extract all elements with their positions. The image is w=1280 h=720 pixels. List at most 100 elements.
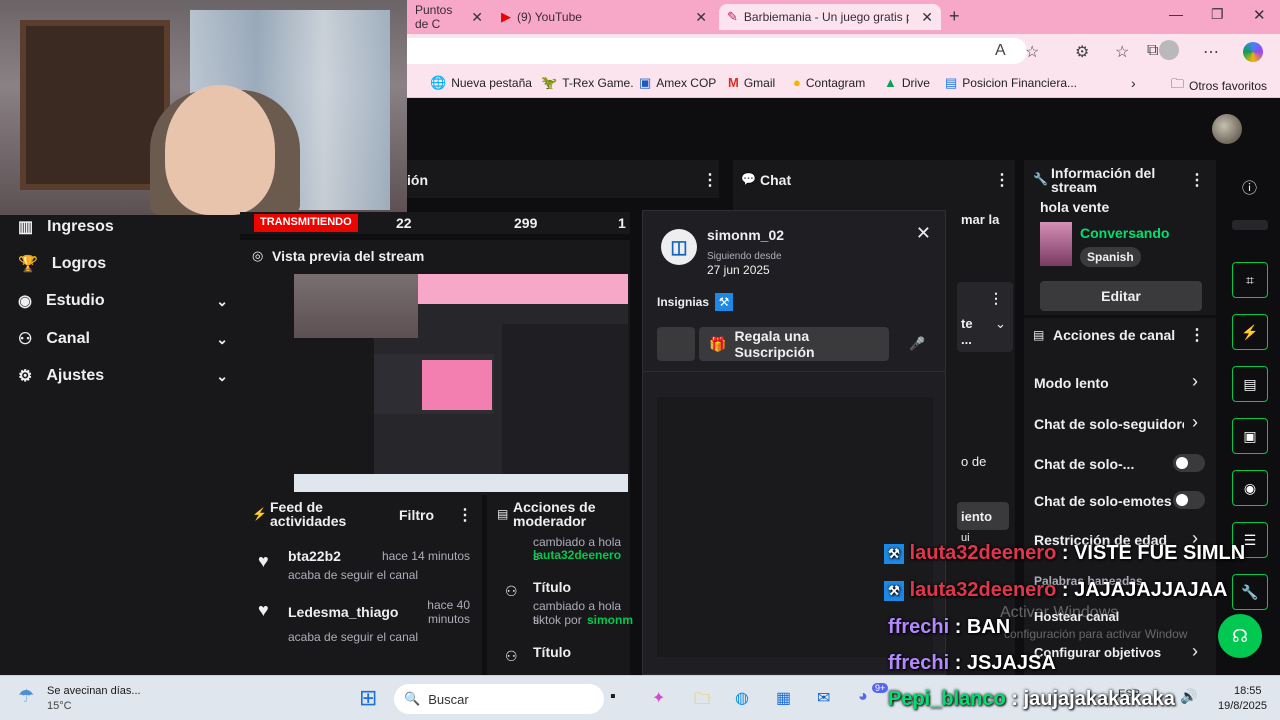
user-card-username[interactable]: simonm_02 (707, 227, 784, 243)
folder-icon[interactable]: 🗀 (694, 688, 710, 715)
bookmark-trex[interactable]: 🦖 T-Rex Game. (541, 75, 634, 91)
preview-pink-area (422, 360, 492, 410)
bookmark-posicion[interactable]: ▤ Posicion Financiera... (945, 75, 1077, 91)
chevron-right-icon[interactable]: › (1192, 412, 1198, 433)
outlook-icon[interactable]: ✉ (817, 688, 830, 708)
bookmark-contagram[interactable]: ● Contagram (793, 75, 865, 90)
discord-icon[interactable]: ◕ (858, 688, 868, 706)
gift-label: Regala una Suscripción (734, 328, 815, 360)
mute-icon[interactable]: 🎤 (909, 336, 925, 352)
favorites-icon[interactable]: ☆ (1115, 42, 1129, 62)
weather-icon[interactable]: ☂ (18, 686, 34, 707)
windows-start-icon[interactable]: ⊞ (359, 685, 377, 711)
store-icon[interactable]: ▦ (776, 688, 791, 708)
stream-preview-video[interactable] (294, 274, 628, 492)
task-view-icon[interactable]: ▪ (610, 688, 616, 706)
chevron-right-icon[interactable]: › (1131, 75, 1136, 91)
more-icon[interactable]: ⋮ (1189, 170, 1205, 190)
speaker-icon[interactable]: 🔊 (1180, 688, 1197, 705)
edge-icon[interactable]: ◍ (735, 688, 749, 708)
tab-youtube[interactable]: ▶ (9) YouTube ✕ (493, 4, 715, 30)
emotes-only-row[interactable]: Chat de solo-emotes (1034, 493, 1174, 509)
doc-icon: ▤ (1033, 328, 1045, 342)
feed-user[interactable]: bta22b2 (288, 548, 341, 564)
more-icon[interactable]: ⋮ (989, 290, 1003, 307)
language-tag[interactable]: Spanish (1080, 247, 1141, 267)
chevron-down-icon: ⌄ (216, 330, 228, 347)
sidebar-item-ingresos[interactable]: ▥ Ingresos (18, 217, 228, 237)
more-menu-icon[interactable]: ⋯ (1203, 42, 1219, 62)
mod-action-user[interactable]: simonm (587, 613, 633, 627)
user-avatar[interactable] (1212, 114, 1242, 144)
mod-action-text: tiktok por (533, 613, 582, 627)
tab-barbiemania[interactable]: ✎ Barbiemania - Un juego gratis pa ✕ (719, 4, 941, 30)
broadcast-icon[interactable]: ◉ (1232, 470, 1268, 506)
sidebar-item-logros[interactable]: 🏆 Logros (18, 254, 228, 274)
badge-icon[interactable]: ⚒ (715, 293, 733, 311)
headset-icon[interactable]: ☊ (1218, 614, 1262, 658)
sidebar-item-canal[interactable]: ⚇ Canal ⌄ (18, 329, 228, 349)
clock-time[interactable]: 18:55 (1234, 685, 1262, 697)
taskbar-search[interactable]: 🔍 Buscar (394, 684, 604, 714)
folder-icon: 🗀 (1171, 76, 1185, 91)
subs-only-toggle[interactable] (1173, 454, 1205, 472)
users-icon: ⚇ (505, 648, 518, 664)
more-icon[interactable]: ⋮ (994, 170, 1010, 190)
maximize-button[interactable]: ❐ (1211, 6, 1224, 23)
weather-text[interactable]: Se avecinan días... (47, 685, 141, 697)
more-icon[interactable]: ⋮ (1189, 325, 1205, 345)
url-input[interactable] (407, 38, 1027, 64)
star-icon[interactable]: ☆ (1025, 42, 1039, 62)
mod-action-user[interactable]: lauta32deenero (533, 548, 621, 562)
bookmark-label: Gmail (743, 75, 776, 90)
collections-icon[interactable]: ⧉ (1147, 42, 1158, 60)
filter-button[interactable]: Filtro (399, 507, 434, 523)
edit-button[interactable]: Editar (1040, 281, 1202, 311)
read-aloud-icon[interactable]: A (995, 42, 1006, 60)
copilot-icon[interactable] (1243, 42, 1263, 62)
subs-only-row[interactable]: Chat de solo-... (1034, 456, 1174, 472)
info-icon[interactable]: ⓘ (1242, 177, 1257, 198)
more-icon[interactable]: ⋮ (457, 505, 473, 525)
slow-mode-row[interactable]: Modo lento (1034, 375, 1212, 391)
extensions-icon[interactable]: ⚙ (1075, 42, 1089, 62)
category-thumbnail[interactable] (1040, 222, 1072, 266)
bookmark-amex[interactable]: ▣ Amex COP (639, 75, 716, 91)
stream-category[interactable]: Conversando (1080, 225, 1169, 241)
copilot-icon[interactable]: ✦ (652, 688, 665, 708)
close-icon[interactable]: ✕ (695, 9, 707, 26)
clip-icon[interactable]: ⌗ (1232, 262, 1268, 298)
more-icon[interactable]: ⋮ (702, 170, 718, 190)
chevron-right-icon[interactable]: › (1192, 641, 1198, 662)
goals-row[interactable]: Configurar objetivos (1034, 645, 1184, 660)
mod-tool-button[interactable] (657, 327, 695, 361)
note-icon[interactable]: ▤ (1232, 366, 1268, 402)
emotes-only-toggle[interactable] (1173, 491, 1205, 509)
tab-puntos[interactable]: Puntos de C ✕ (407, 3, 491, 31)
profile-avatar[interactable] (1159, 40, 1179, 60)
feed-user[interactable]: Ledesma_thiago (288, 604, 398, 620)
gift-subscription-button[interactable]: 🎁 Regala una Suscripción (699, 327, 889, 361)
bookmark-nueva-pestana[interactable]: 🌐 Nueva pestaña (430, 75, 532, 91)
close-icon[interactable]: ✕ (921, 9, 933, 26)
close-icon[interactable]: ✕ (916, 223, 931, 244)
chevron-down-icon[interactable]: ⌄ (995, 316, 1006, 332)
bolt-icon[interactable]: ⚡ (1232, 314, 1268, 350)
chevron-right-icon[interactable]: › (1192, 371, 1198, 392)
new-tab-button[interactable]: + (949, 6, 960, 27)
bookmark-drive[interactable]: ▲ Drive (884, 75, 930, 90)
sidebar-item-ajustes[interactable]: ⚙ Ajustes ⌄ (18, 366, 228, 386)
bookmark-other-favorites[interactable]: 🗀 Otros favoritos (1171, 75, 1267, 97)
bookmark-gmail[interactable]: M Gmail (728, 75, 775, 90)
close-window-button[interactable]: ✕ (1253, 6, 1266, 24)
clock-date[interactable]: 19/8/2025 (1218, 700, 1267, 712)
user-card-avatar[interactable]: ◫ (661, 229, 697, 265)
chat-button[interactable]: iento (957, 502, 1009, 530)
sidebar-item-estudio[interactable]: ◉ Estudio ⌄ (18, 291, 228, 311)
minimize-button[interactable]: — (1169, 6, 1183, 22)
preview-icon: ◎ (252, 248, 264, 263)
chat-icon[interactable]: ▣ (1232, 418, 1268, 454)
followers-only-row[interactable]: Chat de solo-seguidores (1034, 416, 1184, 432)
wrench-icon[interactable]: 🔧 (1232, 574, 1268, 610)
close-icon[interactable]: ✕ (471, 9, 483, 26)
